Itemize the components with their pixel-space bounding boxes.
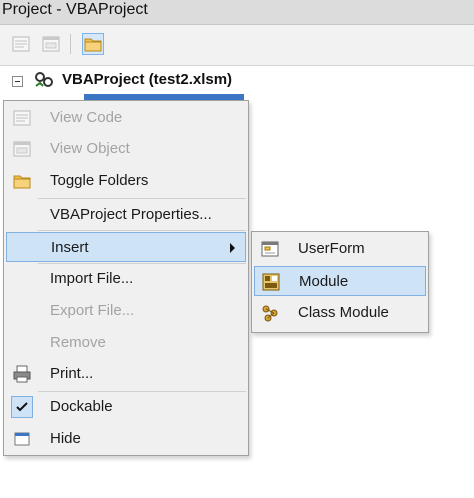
submenu-item-label: Class Module xyxy=(298,304,389,321)
menu-item-label: Insert xyxy=(51,239,89,256)
menu-item-label: Print... xyxy=(50,365,94,382)
menu-item-label: View Object xyxy=(50,140,130,157)
submenu-item-userform[interactable]: UserForm xyxy=(254,234,426,264)
checkmark-icon xyxy=(11,396,33,418)
form-window-icon xyxy=(42,36,60,52)
menu-item-label: Dockable xyxy=(50,398,113,415)
toggle-folders-button[interactable] xyxy=(82,33,104,55)
class-module-icon xyxy=(262,305,278,322)
submenu-arrow-icon xyxy=(230,243,235,253)
menu-item-label: VBAProject Properties... xyxy=(50,206,212,223)
submenu-item-label: UserForm xyxy=(298,240,365,257)
submenu-item-label: Module xyxy=(299,273,349,290)
code-window-icon xyxy=(13,110,31,126)
menu-item-insert[interactable]: Insert xyxy=(6,232,246,262)
menu-item-label: Remove xyxy=(50,334,106,351)
menu-separator xyxy=(38,230,246,231)
menu-item-import-file[interactable]: Import File... xyxy=(6,264,246,294)
project-node-label[interactable]: VBAProject (test2.xlsm) xyxy=(62,71,232,88)
menu-item-label: Import File... xyxy=(50,270,134,287)
menu-item-label: Toggle Folders xyxy=(50,172,149,189)
code-window-icon xyxy=(12,36,30,52)
hide-window-icon xyxy=(14,432,30,446)
menu-item-dockable[interactable]: Dockable xyxy=(6,392,246,422)
toolbar-separator xyxy=(70,34,71,54)
menu-item-export-file[interactable]: Export File... xyxy=(6,296,246,326)
submenu-item-class-module[interactable]: Class Module xyxy=(254,298,426,328)
window-title: Project - VBAProject xyxy=(2,1,148,18)
menu-item-print[interactable]: Print... xyxy=(6,359,246,389)
collapse-minus-icon[interactable] xyxy=(12,76,23,87)
context-menu: View Code View Object Toggle Folders VBA… xyxy=(3,100,249,456)
view-code-button[interactable] xyxy=(10,33,32,55)
menu-item-view-object[interactable]: View Object xyxy=(6,134,246,164)
menu-item-remove[interactable]: Remove xyxy=(6,328,246,358)
project-toolbar xyxy=(0,25,474,66)
menu-item-view-code[interactable]: View Code xyxy=(6,103,246,133)
form-window-icon xyxy=(13,141,31,157)
userform-icon xyxy=(261,241,279,257)
folder-icon xyxy=(13,175,31,189)
submenu-item-module[interactable]: Module xyxy=(254,266,426,296)
menu-item-label: Export File... xyxy=(50,302,135,319)
insert-submenu: UserForm Module Class Module xyxy=(251,231,429,333)
menu-item-toggle-folders[interactable]: Toggle Folders xyxy=(6,166,246,196)
menu-item-label: View Code xyxy=(50,109,123,126)
vba-project-icon xyxy=(35,72,53,87)
menu-item-label: Hide xyxy=(50,430,81,447)
menu-item-project-properties[interactable]: VBAProject Properties... xyxy=(6,200,246,230)
view-object-button[interactable] xyxy=(40,33,62,55)
menu-separator xyxy=(38,198,246,199)
printer-icon xyxy=(13,365,31,383)
window-title-bar: Project - VBAProject xyxy=(0,0,474,25)
folder-icon xyxy=(84,38,102,52)
menu-item-hide[interactable]: Hide xyxy=(6,424,246,454)
module-icon xyxy=(262,273,280,291)
